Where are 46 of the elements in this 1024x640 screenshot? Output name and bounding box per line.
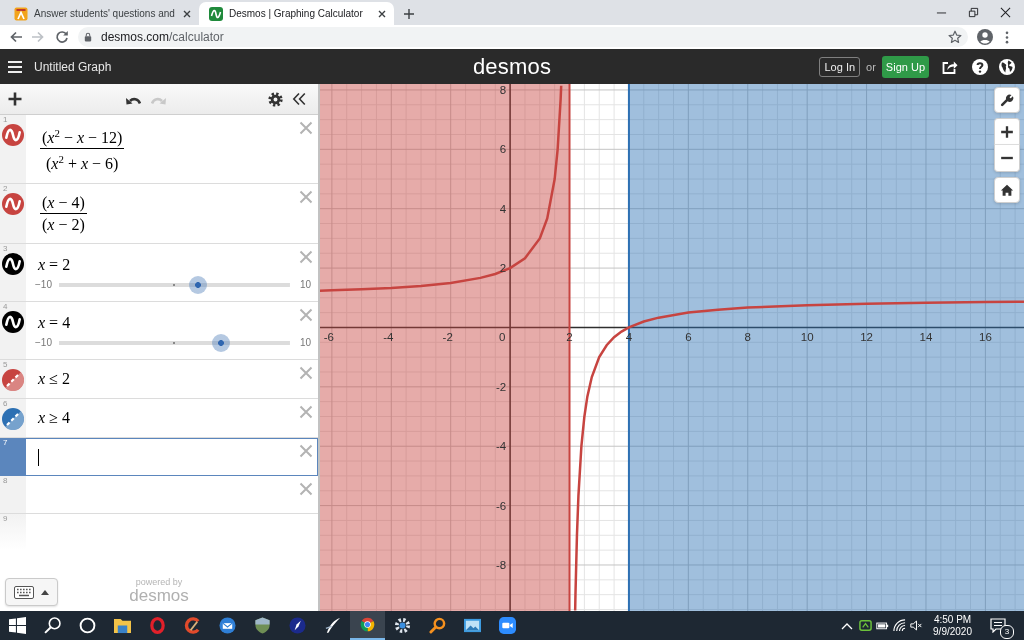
site-logo: desmos bbox=[472, 53, 552, 80]
slider-min-label: −10 bbox=[35, 279, 52, 291]
axis-tick-label: 2 bbox=[499, 262, 507, 275]
math-expression: x = 4 bbox=[38, 312, 71, 333]
fraction-numerator: (x − 4) bbox=[41, 192, 86, 213]
expression-number: 3 bbox=[2, 243, 8, 253]
powered-by-text: powered by bbox=[135, 577, 183, 587]
or-text: or bbox=[866, 60, 876, 73]
fraction-denominator: (x$^{2}$ + x − 6) bbox=[40, 148, 125, 175]
axis-tick-label: -2 bbox=[495, 380, 507, 393]
math-expression: x ≥ 4 bbox=[38, 408, 70, 426]
math-expression: x = 2 bbox=[38, 254, 71, 275]
expression-number: 4 bbox=[2, 301, 8, 311]
expression-number: 1 bbox=[2, 115, 8, 124]
axis-tick-label: -6 bbox=[495, 499, 507, 512]
axis-tick-label: 8 bbox=[744, 331, 751, 344]
slider-max-label: 10 bbox=[299, 279, 311, 291]
expression-number: 6 bbox=[2, 398, 8, 408]
axis-tick-label: -4 bbox=[383, 331, 394, 344]
axis-tick-label: -4 bbox=[495, 440, 507, 453]
expression-number: 2 bbox=[2, 183, 8, 193]
axis-tick-label: 4 bbox=[499, 202, 507, 215]
axis-tick-label: 12 bbox=[860, 331, 873, 344]
axis-tick-label: 4 bbox=[625, 331, 633, 344]
expression-number: 8 bbox=[2, 475, 8, 485]
axis-tick-label: 6 bbox=[685, 331, 692, 344]
axis-tick-label: 2 bbox=[566, 331, 573, 344]
axis-tick-label: 0 bbox=[498, 331, 506, 344]
axis-tick-label: 8 bbox=[499, 84, 507, 96]
axis-tick-label: 10 bbox=[800, 331, 814, 344]
fraction-denominator: (x − 2) bbox=[40, 212, 87, 235]
slider-max-label: 10 bbox=[299, 337, 311, 349]
notification-count: 3 bbox=[1000, 624, 1014, 639]
math-expression: x ≤ 2 bbox=[38, 369, 70, 387]
url-text: desmos.com/calculator bbox=[101, 30, 224, 44]
axis-tick-label: 16 bbox=[979, 331, 992, 344]
axis-tick-label: -8 bbox=[495, 559, 507, 571]
expression-number: 7 bbox=[2, 437, 8, 447]
expression-number: 9 bbox=[2, 513, 8, 523]
axis-tick-label: 6 bbox=[499, 143, 507, 156]
axis-tick-label: -2 bbox=[442, 331, 453, 344]
axis-tick-label: -6 bbox=[323, 331, 334, 344]
axis-tick-label: 14 bbox=[919, 331, 933, 344]
expression-number: 5 bbox=[2, 359, 8, 369]
slider-min-label: −10 bbox=[35, 337, 52, 349]
fraction-numerator: (x$^{2}$ − x − 12) bbox=[41, 126, 124, 149]
